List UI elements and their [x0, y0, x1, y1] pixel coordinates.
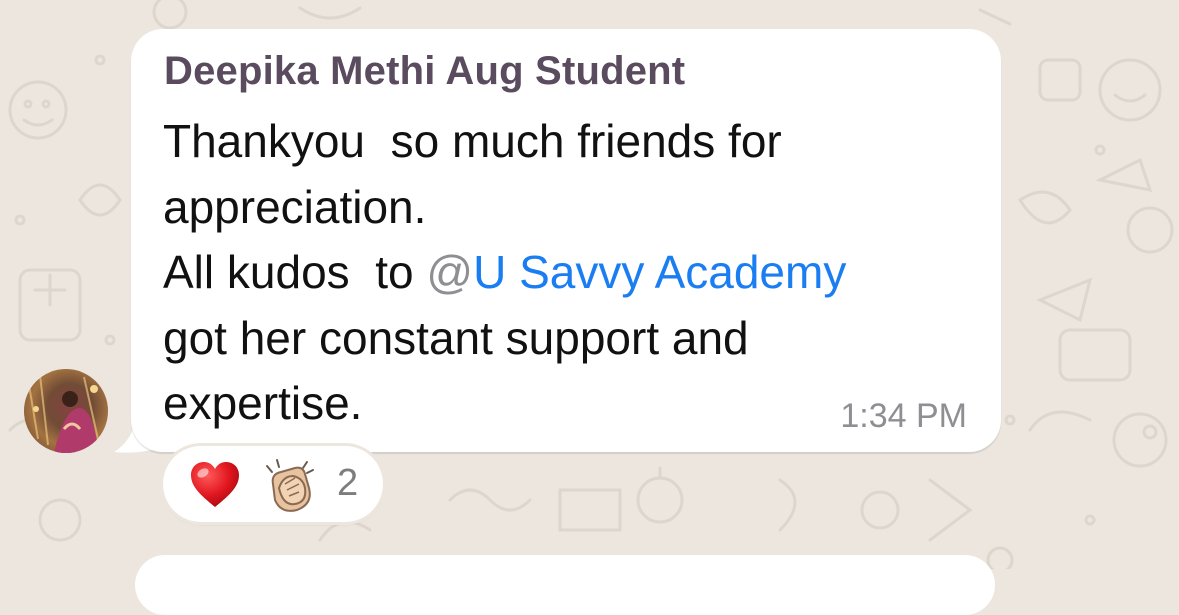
- red-heart-icon[interactable]: [189, 460, 241, 510]
- message-line: got her constant support and: [163, 311, 749, 364]
- next-message-bubble[interactable]: [135, 555, 995, 615]
- message-line: expertise.: [163, 377, 363, 429]
- message-text-fragment: All kudos to: [163, 246, 427, 298]
- message-line: appreciation.: [163, 180, 427, 233]
- reactions-pill[interactable]: 2: [163, 446, 383, 522]
- message-text: Thankyou so much friends for appreciatio…: [163, 109, 953, 437]
- message-line-with-mention: All kudos to @U Savvy Academy: [163, 240, 953, 306]
- clapping-hands-icon[interactable]: [259, 456, 319, 514]
- sender-name[interactable]: Deepika Methi Aug Student: [164, 49, 685, 94]
- mention-at-symbol[interactable]: @: [426, 246, 473, 298]
- sender-avatar[interactable]: [24, 369, 108, 453]
- avatar-photo-icon: [24, 369, 108, 453]
- reaction-count: 2: [337, 462, 359, 504]
- message-timestamp: 1:34 PM: [840, 397, 967, 435]
- mention-link[interactable]: U Savvy Academy: [473, 246, 846, 298]
- message-bubble[interactable]: Deepika Methi Aug Student Thankyou so mu…: [131, 29, 1001, 452]
- message-line: Thankyou so much friends for: [163, 115, 782, 167]
